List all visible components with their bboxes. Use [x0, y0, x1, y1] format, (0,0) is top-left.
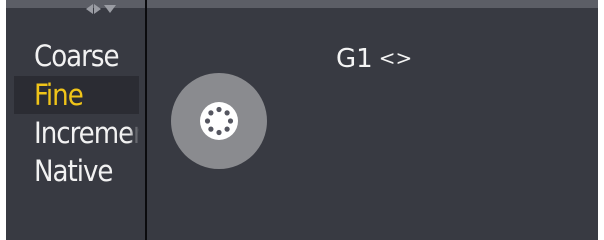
- mode-item-coarse[interactable]: Coarse: [14, 36, 139, 76]
- encoder-name: G1: [336, 44, 373, 74]
- mode-item-label: Native: [34, 154, 113, 188]
- mode-item-label: Fine: [34, 78, 84, 112]
- text-fade: [129, 152, 139, 190]
- panel-divider[interactable]: [145, 0, 147, 240]
- text-fade: [129, 36, 139, 76]
- encoder-panel: Coarse Fine Increment Native G1<>: [6, 0, 598, 240]
- rotary-encoder-icon[interactable]: [171, 73, 267, 169]
- mode-item-fine[interactable]: Fine: [14, 76, 139, 114]
- mode-item-label: Coarse: [34, 39, 120, 73]
- mode-item-label: Increment: [34, 116, 139, 150]
- mode-item-native[interactable]: Native: [14, 152, 139, 190]
- mode-item-increment[interactable]: Increment: [14, 114, 139, 152]
- encoder-dots: [200, 102, 238, 140]
- resolution-mode-list: Coarse Fine Increment Native: [14, 36, 139, 190]
- text-fade: [129, 76, 139, 114]
- encoder-title: G1 <>: [336, 44, 412, 74]
- encoder-direction-arrows: <>: [378, 46, 413, 70]
